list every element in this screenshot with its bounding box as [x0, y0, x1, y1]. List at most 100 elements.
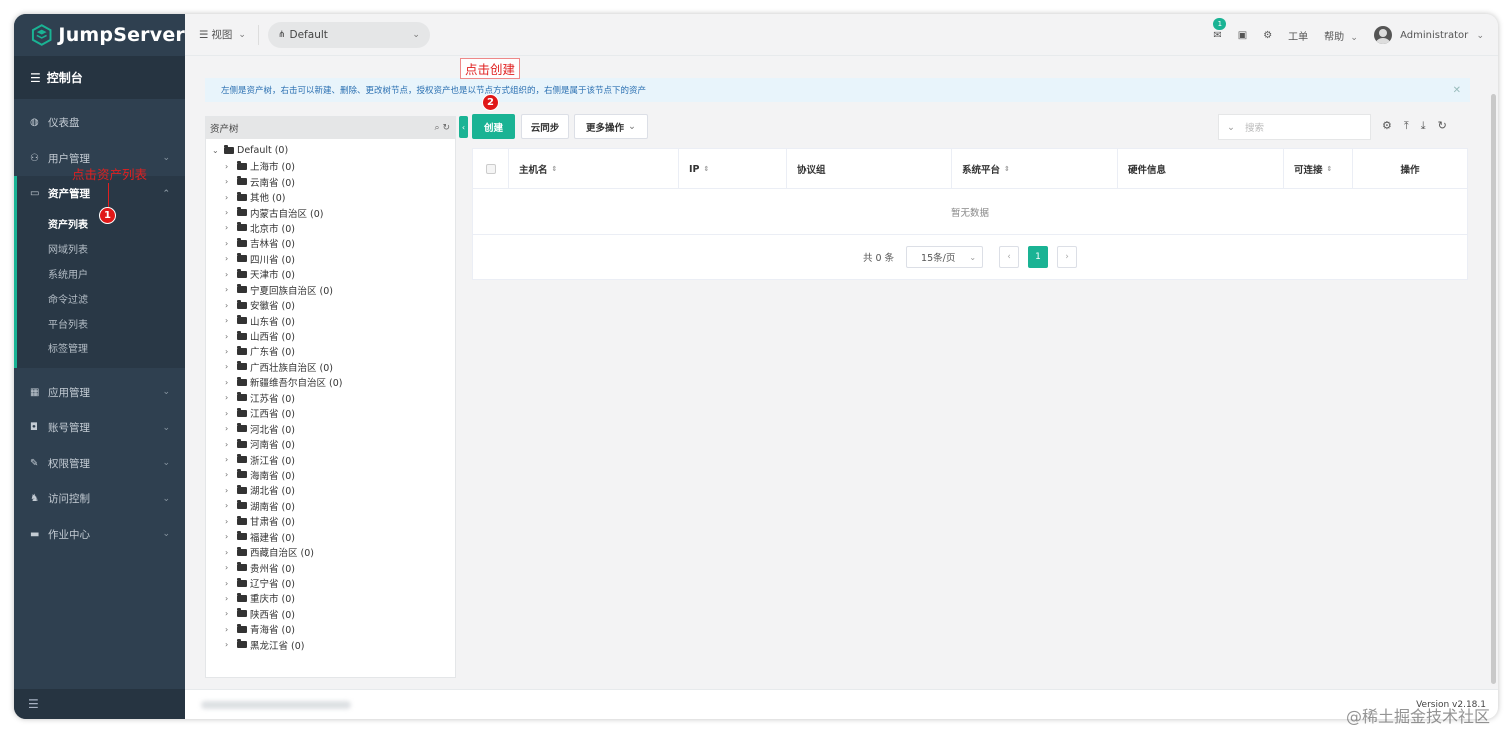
download-icon[interactable]: ⤓: [1421, 119, 1426, 133]
chevron-right-icon[interactable]: ›: [225, 486, 237, 495]
upload-icon[interactable]: ⤒: [1404, 119, 1409, 133]
chevron-right-icon[interactable]: ›: [225, 409, 237, 418]
tree-node[interactable]: › 河南省 (0): [206, 436, 455, 451]
organization-select[interactable]: ⋔ Default ⌄: [267, 21, 430, 48]
tree-node[interactable]: › 其他 (0): [206, 189, 455, 204]
web-terminal-button[interactable]: ▣: [1238, 30, 1247, 41]
tree-node[interactable]: › 辽宁省 (0): [206, 575, 455, 590]
tree-node[interactable]: › 上海市 (0): [206, 159, 455, 174]
tree-node[interactable]: › 宁夏回族自治区 (0): [206, 282, 455, 297]
tree-node[interactable]: › 贵州省 (0): [206, 560, 455, 575]
chevron-right-icon[interactable]: ›: [225, 501, 237, 510]
search-icon[interactable]: ⌕: [435, 123, 440, 133]
sidebar-subitem-platform-list[interactable]: 平台列表: [17, 311, 185, 336]
tree-node[interactable]: › 云南省 (0): [206, 174, 455, 189]
chevron-right-icon[interactable]: ›: [225, 285, 237, 294]
chevron-right-icon[interactable]: ›: [225, 162, 237, 171]
chevron-right-icon[interactable]: ›: [225, 223, 237, 232]
tree-node[interactable]: › 海南省 (0): [206, 467, 455, 482]
tree-node[interactable]: › 河北省 (0): [206, 421, 455, 436]
sidebar-item-accounts[interactable]: ◘ 账号管理 ⌄: [14, 410, 185, 446]
sidebar-collapse-toggle[interactable]: ☰: [14, 689, 185, 719]
column-ip[interactable]: IP ⇕: [679, 149, 787, 189]
sidebar-item-permissions[interactable]: ✎ 权限管理 ⌄: [14, 445, 185, 481]
chevron-right-icon[interactable]: ›: [225, 440, 237, 449]
chevron-right-icon[interactable]: ›: [225, 548, 237, 557]
chevron-right-icon[interactable]: ›: [225, 316, 237, 325]
chevron-right-icon[interactable]: ›: [225, 378, 237, 387]
select-all-checkbox[interactable]: [485, 164, 496, 174]
gear-icon[interactable]: ⚙: [1382, 119, 1392, 133]
chevron-right-icon[interactable]: ›: [225, 640, 237, 649]
tree-node[interactable]: › 新疆维吾尔自治区 (0): [206, 375, 455, 390]
sidebar-subitem-system-users[interactable]: 系统用户: [17, 261, 185, 286]
sidebar-item-access-control[interactable]: ♞ 访问控制 ⌄: [14, 481, 185, 517]
chevron-right-icon[interactable]: ›: [225, 563, 237, 572]
tree-node[interactable]: › 甘肃省 (0): [206, 514, 455, 529]
sidebar-subitem-label-manage[interactable]: 标签管理: [17, 335, 185, 360]
tree-node[interactable]: › 广东省 (0): [206, 344, 455, 359]
create-button[interactable]: 创建: [472, 114, 515, 139]
chevron-right-icon[interactable]: ›: [225, 193, 237, 202]
chevron-right-icon[interactable]: ›: [225, 362, 237, 371]
chevron-down-icon[interactable]: ⌄: [212, 146, 224, 155]
tree-node[interactable]: › 江苏省 (0): [206, 390, 455, 405]
refresh-icon[interactable]: ↻: [1438, 119, 1447, 133]
chevron-right-icon[interactable]: ›: [225, 208, 237, 217]
tree-node[interactable]: › 北京市 (0): [206, 220, 455, 235]
chevron-right-icon[interactable]: ›: [225, 301, 237, 310]
cloud-sync-button[interactable]: 云同步: [521, 114, 569, 139]
chevron-right-icon[interactable]: ›: [225, 579, 237, 588]
logo[interactable]: JumpServer: [14, 14, 185, 56]
chevron-right-icon[interactable]: ›: [225, 424, 237, 433]
help-menu[interactable]: 帮助 ⌄: [1324, 28, 1358, 43]
tree-node[interactable]: › 西藏自治区 (0): [206, 544, 455, 559]
chevron-right-icon[interactable]: ›: [225, 332, 237, 341]
console-switch[interactable]: ☰ 控制台: [14, 56, 185, 99]
column-platform[interactable]: 系统平台 ⇕: [952, 149, 1118, 189]
tree-node[interactable]: › 吉林省 (0): [206, 236, 455, 251]
page-size-select[interactable]: 15条/页 ⌄: [906, 246, 984, 268]
user-menu[interactable]: Administrator ⌄: [1373, 26, 1484, 44]
next-page-button[interactable]: ›: [1057, 246, 1078, 268]
tree-node[interactable]: › 湖南省 (0): [206, 498, 455, 513]
mail-button[interactable]: ✉ 1: [1213, 17, 1227, 41]
column-connectivity[interactable]: 可连接 ⇕: [1284, 149, 1353, 189]
chevron-right-icon[interactable]: ›: [225, 517, 237, 526]
tree-root-node[interactable]: ⌄ Default (0): [206, 143, 455, 159]
chevron-right-icon[interactable]: ›: [225, 239, 237, 248]
tickets-link[interactable]: 工单: [1288, 28, 1308, 43]
column-hostname[interactable]: 主机名 ⇕: [509, 149, 679, 189]
chevron-right-icon[interactable]: ›: [225, 393, 237, 402]
prev-page-button[interactable]: ‹: [999, 246, 1020, 268]
tree-node[interactable]: › 广西壮族自治区 (0): [206, 359, 455, 374]
chevron-right-icon[interactable]: ›: [225, 347, 237, 356]
collapse-tree-button[interactable]: ‹: [459, 116, 468, 138]
tree-node[interactable]: › 浙江省 (0): [206, 452, 455, 467]
tree-node[interactable]: › 黑龙江省 (0): [206, 637, 455, 652]
refresh-icon[interactable]: ↻: [442, 123, 450, 133]
chevron-right-icon[interactable]: ›: [225, 177, 237, 186]
tree-node[interactable]: › 山东省 (0): [206, 313, 455, 328]
tree-node[interactable]: › 湖北省 (0): [206, 483, 455, 498]
chevron-right-icon[interactable]: ›: [225, 532, 237, 541]
more-actions-button[interactable]: 更多操作 ⌄: [574, 114, 648, 139]
tree-node[interactable]: › 四川省 (0): [206, 251, 455, 266]
tree-node[interactable]: › 天津市 (0): [206, 267, 455, 282]
chevron-right-icon[interactable]: ›: [225, 270, 237, 279]
scrollbar[interactable]: [1491, 94, 1496, 684]
settings-button[interactable]: ⚙: [1263, 30, 1272, 41]
tree-node[interactable]: › 青海省 (0): [206, 622, 455, 637]
sidebar-subitem-command-filter[interactable]: 命令过滤: [17, 286, 185, 311]
tree-node[interactable]: › 陕西省 (0): [206, 606, 455, 621]
tree-node[interactable]: › 重庆市 (0): [206, 591, 455, 606]
page-button-current[interactable]: 1: [1028, 246, 1049, 268]
close-icon[interactable]: ✕: [1453, 85, 1461, 96]
tree-node[interactable]: › 安徽省 (0): [206, 297, 455, 312]
sidebar-subitem-domain-list[interactable]: 网域列表: [17, 236, 185, 261]
sidebar-item-apps[interactable]: ▦ 应用管理 ⌄: [14, 374, 185, 410]
sidebar-item-jobs[interactable]: ▬ 作业中心 ⌄: [14, 516, 185, 552]
chevron-right-icon[interactable]: ›: [225, 609, 237, 618]
chevron-right-icon[interactable]: ›: [225, 254, 237, 263]
chevron-right-icon[interactable]: ›: [225, 455, 237, 464]
